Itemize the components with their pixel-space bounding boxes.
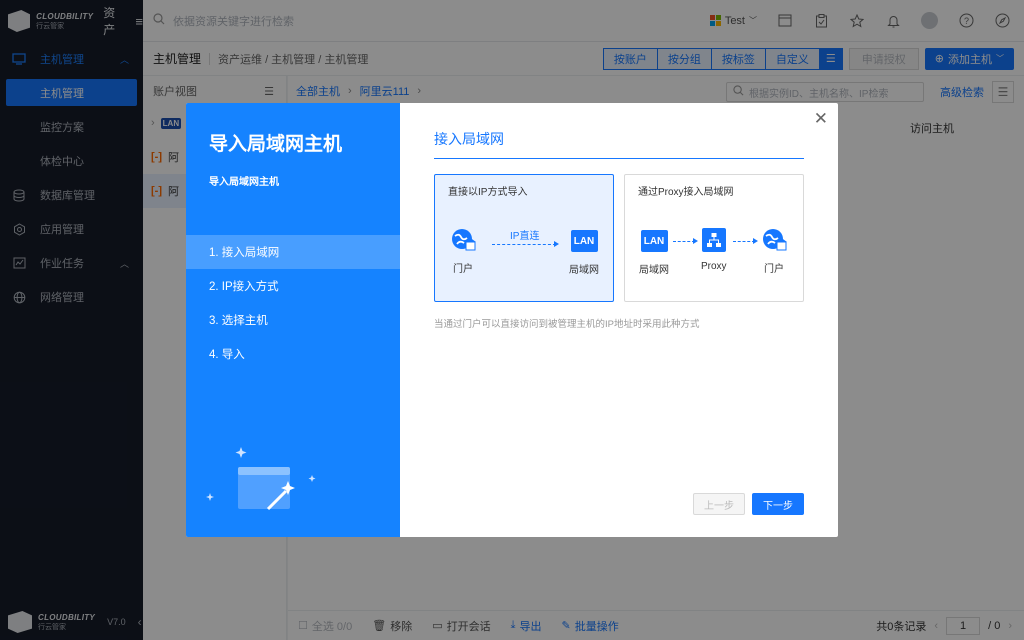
option-proxy-card[interactable]: 通过Proxy接入局域网 LAN 局域网 Proxy 门户 [624, 174, 804, 302]
dialog-title: 导入局域网主机 [209, 134, 343, 155]
heading-underline [434, 158, 804, 159]
portal-globe-icon [452, 229, 476, 251]
wizard-sidebar: 导入局域网主机 导入局域网主机 1. 接入局域网 2. IP接入方式 3. 选择… [186, 103, 400, 537]
ip-direct-label: IP直连 [510, 231, 540, 242]
option-direct-ip-card[interactable]: 直接以IP方式导入 门户 IP直连 LAN 局域网 [434, 174, 614, 302]
dashed-arrow-icon [492, 241, 559, 247]
node-label: 门户 [453, 264, 473, 275]
wizard-step-4[interactable]: 4. 导入 [186, 337, 400, 371]
dashed-arrow-icon [733, 238, 758, 244]
node-label: 局域网 [569, 265, 599, 276]
lan-node: LAN 局域网 [639, 230, 669, 276]
node-label: 局域网 [639, 265, 669, 276]
wizard-step-2[interactable]: 2. IP接入方式 [186, 269, 400, 303]
option-title: 通过Proxy接入局域网 [638, 187, 734, 198]
wizard-step-1[interactable]: 1. 接入局域网 [186, 235, 400, 269]
wizard-step-3[interactable]: 3. 选择主机 [186, 303, 400, 337]
next-step-button[interactable]: 下一步 [752, 493, 804, 515]
magic-wand-illustration-icon [206, 447, 316, 511]
wizard-content: ✕ 接入局域网 直接以IP方式导入 门户 IP直连 LAN 局域网 通过Prox… [400, 103, 838, 537]
section-heading: 接入局域网 [434, 131, 504, 147]
node-label: 门户 [764, 264, 784, 275]
portal-node: 门户 [450, 227, 476, 275]
proxy-node: Proxy [701, 228, 727, 272]
portal-node: 门户 [761, 227, 787, 275]
lan-icon: LAN [570, 230, 598, 252]
option-hint: 当通过门户可以直接访问到被管理主机的IP地址时采用此种方式 [434, 319, 700, 330]
dashed-arrow-icon [673, 238, 698, 244]
close-icon[interactable]: ✕ [814, 109, 828, 129]
prev-step-button[interactable]: 上一步 [693, 493, 745, 515]
dialog-subtitle: 导入局域网主机 [209, 177, 279, 188]
portal-globe-icon [763, 229, 787, 251]
proxy-network-icon [701, 228, 726, 252]
import-lan-host-dialog: 导入局域网主机 导入局域网主机 1. 接入局域网 2. IP接入方式 3. 选择… [186, 103, 838, 537]
lan-icon: LAN [640, 230, 668, 252]
option-title: 直接以IP方式导入 [448, 187, 528, 198]
lan-node: LAN 局域网 [569, 230, 599, 276]
node-label: Proxy [701, 261, 727, 272]
